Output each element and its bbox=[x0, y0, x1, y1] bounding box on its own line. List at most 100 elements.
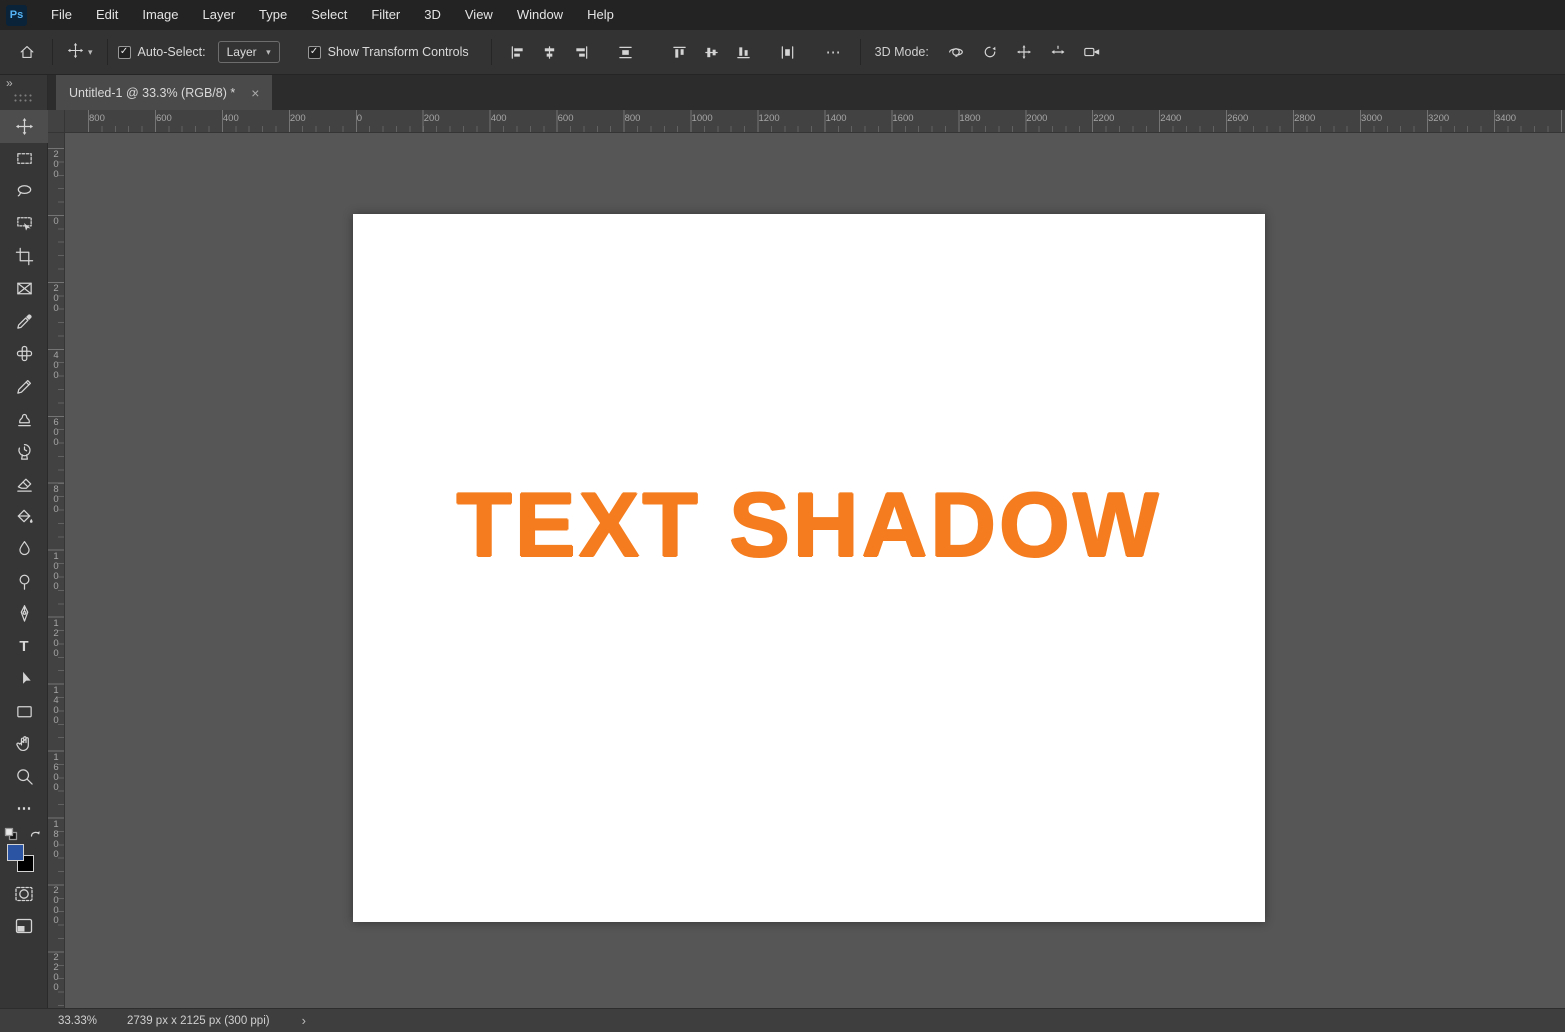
eraser-tool[interactable] bbox=[0, 468, 48, 501]
ruler-label: 200 bbox=[424, 113, 440, 124]
divider bbox=[52, 39, 53, 65]
eyedropper-tool[interactable] bbox=[0, 305, 48, 338]
align-right-edges-icon[interactable] bbox=[570, 39, 594, 65]
ruler-corner[interactable] bbox=[48, 110, 65, 133]
camera-3d-icon[interactable] bbox=[1079, 39, 1105, 65]
screen-mode-button[interactable] bbox=[0, 912, 48, 944]
auto-select-checkbox[interactable]: ✓ bbox=[118, 46, 131, 59]
ruler-label: 2 2 0 0 bbox=[51, 953, 61, 993]
history-brush-tool[interactable] bbox=[0, 435, 48, 468]
zoom-tool[interactable] bbox=[0, 760, 48, 793]
ruler-label: 1200 bbox=[759, 113, 780, 124]
rectangle-tool[interactable] bbox=[0, 695, 48, 728]
status-expand-icon[interactable]: › bbox=[302, 1013, 306, 1028]
zoom-level-field[interactable]: 33.33% bbox=[58, 1015, 97, 1027]
document-canvas[interactable]: TEXT SHADOW bbox=[353, 214, 1265, 922]
toolbar-grip[interactable] bbox=[13, 93, 33, 102]
brush-tool[interactable] bbox=[0, 370, 48, 403]
slide-3d-icon[interactable] bbox=[1045, 39, 1071, 65]
show-transform-label: Show Transform Controls bbox=[328, 45, 469, 59]
chevron-down-icon: ▾ bbox=[266, 48, 271, 57]
clone-stamp-tool[interactable] bbox=[0, 403, 48, 436]
color-swatches bbox=[0, 842, 47, 880]
menu: FileEditImageLayerTypeSelectFilter3DView… bbox=[39, 0, 626, 30]
vertical-ruler[interactable]: 2 0 002 0 04 0 06 0 08 0 01 0 0 01 2 0 0… bbox=[48, 133, 65, 1008]
tab-close-icon[interactable]: × bbox=[251, 86, 259, 100]
dropdown-value: Layer bbox=[227, 45, 257, 59]
blur-tool[interactable] bbox=[0, 533, 48, 566]
align-top-edges-icon[interactable] bbox=[668, 39, 692, 65]
crop-tool[interactable] bbox=[0, 240, 48, 273]
tool-list: T⋯ bbox=[0, 110, 47, 825]
default-colors-icon[interactable] bbox=[4, 827, 18, 842]
menu-item-help[interactable]: Help bbox=[575, 0, 626, 30]
ruler-label: 2000 bbox=[1026, 113, 1047, 124]
foreground-color-swatch[interactable] bbox=[7, 844, 24, 861]
menu-item-file[interactable]: File bbox=[39, 0, 84, 30]
orbit-3d-icon[interactable] bbox=[943, 39, 969, 65]
document-tab-bar: Untitled-1 @ 33.3% (RGB/8) * × bbox=[48, 75, 1565, 110]
collapse-toolbar-icon[interactable]: » bbox=[6, 76, 13, 90]
spot-healing-brush-tool[interactable] bbox=[0, 338, 48, 371]
type-tool[interactable]: T bbox=[0, 630, 48, 663]
divider bbox=[491, 39, 492, 65]
document-info[interactable]: 2739 px x 2125 px (300 ppi) bbox=[127, 1015, 270, 1027]
dodge-tool[interactable] bbox=[0, 565, 48, 598]
show-transform-checkbox[interactable]: ✓ bbox=[308, 46, 321, 59]
drag-3d-icon[interactable] bbox=[1011, 39, 1037, 65]
canvas-text: TEXT SHADOW bbox=[353, 480, 1265, 571]
ruler-label: 2 0 0 0 bbox=[51, 886, 61, 926]
ruler-label: 0 bbox=[51, 217, 61, 227]
align-left-edges-icon[interactable] bbox=[506, 39, 530, 65]
edit-toolbar[interactable]: ⋯ bbox=[0, 793, 48, 826]
menu-item-window[interactable]: Window bbox=[505, 0, 575, 30]
quick-mask-icon bbox=[14, 884, 34, 909]
photoshop-window: Ps FileEditImageLayerTypeSelectFilter3DV… bbox=[0, 0, 1565, 1032]
menu-item-3d[interactable]: 3D bbox=[412, 0, 453, 30]
auto-select-label: Auto-Select: bbox=[138, 45, 206, 59]
rectangular-marquee-tool[interactable] bbox=[0, 143, 48, 176]
align-bottom-edges-icon[interactable] bbox=[732, 39, 756, 65]
menu-item-filter[interactable]: Filter bbox=[359, 0, 412, 30]
menu-item-layer[interactable]: Layer bbox=[191, 0, 248, 30]
color-mini-controls bbox=[0, 825, 47, 842]
home-icon[interactable] bbox=[12, 37, 42, 67]
tool-bar: » T⋯ bbox=[0, 75, 48, 1008]
menu-item-select[interactable]: Select bbox=[299, 0, 359, 30]
ruler-label: 3400 bbox=[1495, 113, 1516, 124]
ruler-label: 800 bbox=[625, 113, 641, 124]
ruler-label: 1 0 0 0 bbox=[51, 552, 61, 592]
align-vertical-centers-icon[interactable] bbox=[700, 39, 724, 65]
ruler-label: 3200 bbox=[1428, 113, 1449, 124]
distribute-horizontal-icon[interactable] bbox=[614, 39, 638, 65]
auto-select-target-dropdown[interactable]: Layer ▾ bbox=[218, 41, 280, 63]
document-tab-title: Untitled-1 @ 33.3% (RGB/8) * bbox=[69, 86, 235, 100]
ruler-label: 1 6 0 0 bbox=[51, 753, 61, 793]
roll-3d-icon[interactable] bbox=[977, 39, 1003, 65]
mode-label: 3D Mode: bbox=[875, 45, 929, 59]
paint-bucket-tool[interactable] bbox=[0, 500, 48, 533]
menu-item-edit[interactable]: Edit bbox=[84, 0, 130, 30]
lasso-tool[interactable] bbox=[0, 175, 48, 208]
ruler-label: 800 bbox=[89, 113, 105, 124]
move-tool[interactable] bbox=[0, 110, 48, 143]
swap-colors-icon[interactable] bbox=[28, 827, 42, 842]
quick-mask-button[interactable] bbox=[0, 880, 48, 912]
frame-tool[interactable] bbox=[0, 273, 48, 306]
tool-preset-picker[interactable]: ▾ bbox=[63, 42, 97, 62]
menu-item-type[interactable]: Type bbox=[247, 0, 299, 30]
distribute-vertical-icon[interactable] bbox=[776, 39, 800, 65]
menu-item-image[interactable]: Image bbox=[130, 0, 190, 30]
align-horizontal-centers-icon[interactable] bbox=[538, 39, 562, 65]
document-tab[interactable]: Untitled-1 @ 33.3% (RGB/8) * × bbox=[56, 75, 272, 110]
divider bbox=[860, 39, 861, 65]
menu-item-view[interactable]: View bbox=[453, 0, 505, 30]
more-options-button[interactable]: ⋯ bbox=[818, 43, 850, 61]
canvas-area[interactable]: TEXT SHADOW bbox=[65, 133, 1565, 1008]
hand-tool[interactable] bbox=[0, 728, 48, 761]
path-selection-tool[interactable] bbox=[0, 663, 48, 696]
object-selection-tool[interactable] bbox=[0, 208, 48, 241]
pen-tool[interactable] bbox=[0, 598, 48, 631]
horizontal-ruler[interactable]: 8006004002000200400600800100012001400160… bbox=[65, 110, 1565, 133]
toolbar-header: » bbox=[0, 75, 47, 110]
